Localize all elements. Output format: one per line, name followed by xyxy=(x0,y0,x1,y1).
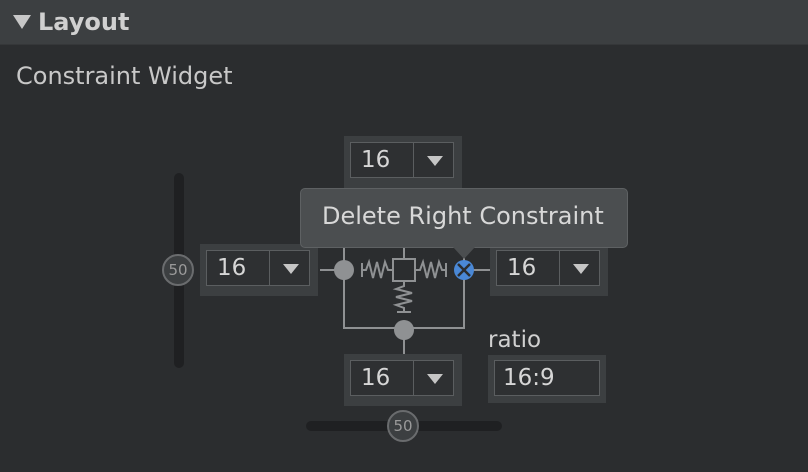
bottom-margin-box: 16 xyxy=(344,354,462,406)
top-margin-dropdown[interactable]: 16 xyxy=(350,142,454,178)
left-margin-value: 16 xyxy=(217,255,247,281)
right-spring-icon xyxy=(416,258,447,279)
right-margin-value: 16 xyxy=(507,255,537,281)
ratio-label: ratio xyxy=(488,327,542,353)
left-spring-icon xyxy=(361,258,392,279)
right-margin-box: 16 xyxy=(490,244,608,296)
bottom-margin-dropdown[interactable]: 16 xyxy=(350,360,454,396)
bottom-constraint-handle[interactable] xyxy=(394,320,414,340)
tooltip: Delete Right Constraint xyxy=(300,188,628,259)
left-margin-box: 16 xyxy=(200,244,318,296)
tooltip-text: Delete Right Constraint xyxy=(322,202,604,230)
left-margin-dropdown[interactable]: 16 xyxy=(206,250,310,286)
chevron-down-icon[interactable] xyxy=(283,264,299,274)
ratio-input[interactable]: 16:9 xyxy=(494,360,600,396)
tooltip-pointer xyxy=(453,247,475,259)
bottom-spring-icon xyxy=(392,282,413,313)
top-margin-value: 16 xyxy=(361,147,391,173)
left-constraint-handle[interactable] xyxy=(334,260,354,280)
ratio-box: 16:9 xyxy=(488,355,606,403)
chevron-down-icon[interactable] xyxy=(427,374,443,384)
delete-right-constraint-icon[interactable] xyxy=(454,260,474,280)
chevron-down-icon[interactable] xyxy=(573,264,589,274)
bottom-margin-value: 16 xyxy=(361,365,391,391)
top-margin-box: 16 xyxy=(344,136,462,188)
chevron-down-icon[interactable] xyxy=(427,156,443,166)
right-margin-dropdown[interactable]: 16 xyxy=(496,250,600,286)
